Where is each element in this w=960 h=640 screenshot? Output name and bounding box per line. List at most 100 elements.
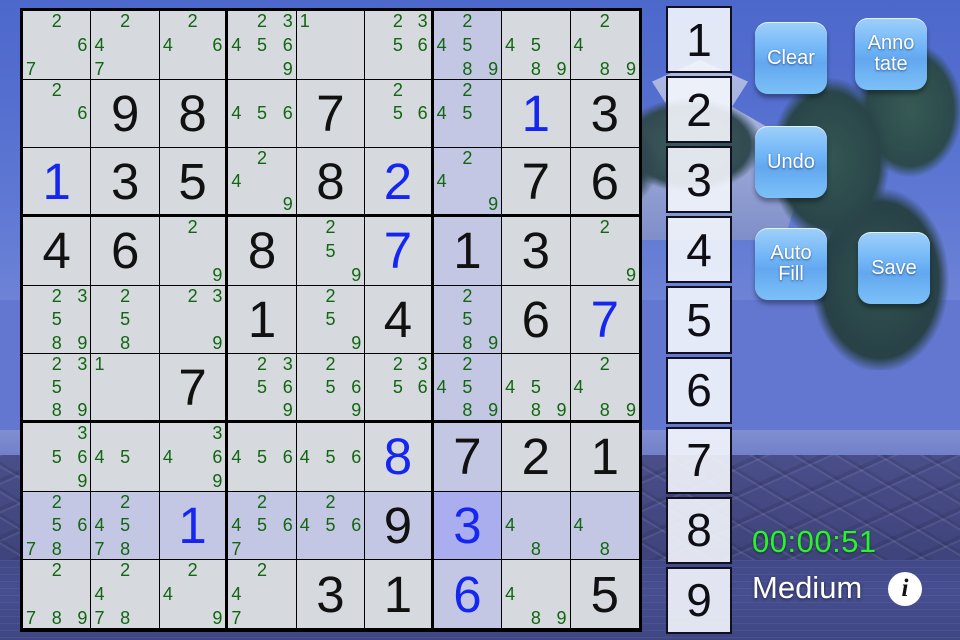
sudoku-cell[interactable]: 3 xyxy=(502,216,571,286)
sudoku-cell[interactable]: 29 xyxy=(570,216,639,286)
sudoku-cell[interactable]: 2 56 78 xyxy=(23,491,92,561)
auto-fill-button[interactable]: Auto Fill xyxy=(755,228,827,300)
sudoku-cell[interactable]: 23 9 xyxy=(159,285,229,355)
sudoku-cell[interactable]: 3 xyxy=(91,148,160,217)
sudoku-board[interactable]: 2672472462345691235624589458924892698456… xyxy=(20,8,642,632)
sudoku-cell[interactable]: 7 xyxy=(296,79,366,149)
sudoku-cell[interactable]: 2 789 xyxy=(23,560,92,629)
sudoku-cell[interactable]: 2 xyxy=(365,148,434,217)
sudoku-cell[interactable]: 2489 xyxy=(570,354,639,423)
palette-number-6[interactable]: 6 xyxy=(666,356,732,424)
sudoku-cell[interactable]: 7 xyxy=(570,285,639,355)
sudoku-cell[interactable]: 23589 xyxy=(23,285,92,355)
palette-number-9[interactable]: 9 xyxy=(666,566,732,634)
sudoku-cell[interactable]: 1 xyxy=(365,560,434,629)
sudoku-cell[interactable]: 2 5 89 xyxy=(433,285,503,355)
sudoku-cell[interactable]: 24 9 xyxy=(159,560,229,629)
sudoku-cell[interactable]: 247 xyxy=(91,11,160,80)
palette-number-8[interactable]: 8 xyxy=(666,496,732,564)
sudoku-cell[interactable]: 2456 xyxy=(296,491,366,561)
sudoku-cell[interactable]: 24578 xyxy=(91,491,160,561)
sudoku-cell[interactable]: 24 9 xyxy=(228,148,297,217)
info-icon[interactable]: i xyxy=(888,572,922,606)
sudoku-cell[interactable]: 48 xyxy=(570,491,639,561)
clear-button[interactable]: Clear xyxy=(755,22,827,94)
sudoku-cell[interactable]: 7 xyxy=(433,422,503,492)
sudoku-cell[interactable]: 1 xyxy=(296,11,366,80)
sudoku-cell[interactable]: 2356 xyxy=(365,354,434,423)
undo-button[interactable]: Undo xyxy=(755,126,827,198)
sudoku-cell[interactable]: 6 xyxy=(502,285,571,355)
sudoku-cell[interactable]: 489 xyxy=(502,560,571,629)
sudoku-cell[interactable]: 7 xyxy=(502,148,571,217)
palette-number-2[interactable]: 2 xyxy=(666,76,732,144)
sudoku-cell[interactable]: 2 56 xyxy=(365,79,434,149)
sudoku-cell[interactable]: 3 xyxy=(433,491,503,561)
sudoku-cell[interactable]: 2478 xyxy=(91,560,160,629)
sudoku-cell[interactable]: 1 xyxy=(433,216,503,286)
sudoku-cell[interactable]: 1 xyxy=(23,148,92,217)
sudoku-cell[interactable]: 24589 xyxy=(433,11,503,80)
sudoku-cell[interactable]: 7 xyxy=(159,354,229,423)
sudoku-cell[interactable]: 7 xyxy=(365,216,434,286)
sudoku-cell[interactable]: 24 6 xyxy=(159,11,229,80)
sudoku-cell[interactable]: 26 7 xyxy=(23,11,92,80)
sudoku-cell[interactable]: 2489 xyxy=(570,11,639,80)
sudoku-cell[interactable]: 456 xyxy=(228,79,297,149)
sudoku-cell[interactable]: 4589 xyxy=(502,354,571,423)
sudoku-cell[interactable]: 456 xyxy=(228,422,297,492)
sudoku-cell[interactable]: 2 xyxy=(502,422,571,492)
pencil-mark: 9 xyxy=(212,470,223,491)
palette-number-7[interactable]: 7 xyxy=(666,426,732,494)
sudoku-cell[interactable]: 5 xyxy=(159,148,229,217)
sudoku-cell[interactable]: 1 xyxy=(570,422,639,492)
sudoku-cell[interactable]: 6 xyxy=(91,216,160,286)
sudoku-cell[interactable]: 8 xyxy=(159,79,229,149)
sudoku-cell[interactable]: 1 xyxy=(91,354,160,423)
sudoku-cell[interactable]: 2456 7 xyxy=(228,491,297,561)
palette-number-5[interactable]: 5 xyxy=(666,286,732,354)
palette-number-3[interactable]: 3 xyxy=(666,146,732,214)
sudoku-cell[interactable]: 6 xyxy=(433,560,503,629)
sudoku-cell[interactable]: 2569 xyxy=(296,354,366,423)
sudoku-cell[interactable]: 3 4 6 9 xyxy=(159,422,229,492)
sudoku-cell[interactable]: 2 59 xyxy=(296,285,366,355)
sudoku-cell[interactable]: 8 xyxy=(365,422,434,492)
sudoku-cell[interactable]: 23 456 9 xyxy=(228,11,297,80)
sudoku-cell[interactable]: 4 xyxy=(23,216,92,286)
sudoku-cell[interactable]: 3 xyxy=(570,79,639,149)
sudoku-cell[interactable]: 2356 xyxy=(365,11,434,80)
number-palette[interactable]: 123456789 xyxy=(666,6,732,634)
sudoku-cell[interactable]: 2 5 8 xyxy=(91,285,160,355)
cell-given-value: 5 xyxy=(178,152,207,210)
save-button[interactable]: Save xyxy=(858,232,930,304)
sudoku-cell[interactable]: 8 xyxy=(296,148,366,217)
sudoku-cell[interactable]: 1 xyxy=(159,491,229,561)
sudoku-cell[interactable]: 9 xyxy=(91,79,160,149)
annotate-button[interactable]: Anno tate xyxy=(855,18,927,90)
sudoku-cell[interactable]: 24589 xyxy=(433,354,503,423)
sudoku-cell[interactable]: 29 xyxy=(159,216,229,286)
palette-number-1[interactable]: 1 xyxy=(666,6,732,74)
sudoku-cell[interactable]: 5 xyxy=(570,560,639,629)
sudoku-cell[interactable]: 2 59 xyxy=(296,216,366,286)
sudoku-cell[interactable]: 24 9 xyxy=(433,148,503,217)
sudoku-cell[interactable]: 6 xyxy=(570,148,639,217)
sudoku-cell[interactable]: 4589 xyxy=(502,11,571,80)
sudoku-cell[interactable]: 245 xyxy=(433,79,503,149)
sudoku-cell[interactable]: 1 xyxy=(228,285,297,355)
sudoku-cell[interactable]: 8 xyxy=(228,216,297,286)
sudoku-cell[interactable]: 26 xyxy=(23,79,92,149)
sudoku-cell[interactable]: 456 xyxy=(296,422,366,492)
palette-number-4[interactable]: 4 xyxy=(666,216,732,284)
sudoku-cell[interactable]: 1 xyxy=(502,79,571,149)
sudoku-cell[interactable]: 4 xyxy=(365,285,434,355)
sudoku-cell[interactable]: 247 xyxy=(228,560,297,629)
sudoku-cell[interactable]: 45 xyxy=(91,422,160,492)
sudoku-cell[interactable]: 48 xyxy=(502,491,571,561)
sudoku-cell[interactable]: 9 xyxy=(365,491,434,561)
sudoku-cell[interactable]: 23589 xyxy=(23,354,92,423)
sudoku-cell[interactable]: 3 xyxy=(296,560,366,629)
sudoku-cell[interactable]: 23569 xyxy=(228,354,297,423)
sudoku-cell[interactable]: 356 9 xyxy=(23,422,92,492)
